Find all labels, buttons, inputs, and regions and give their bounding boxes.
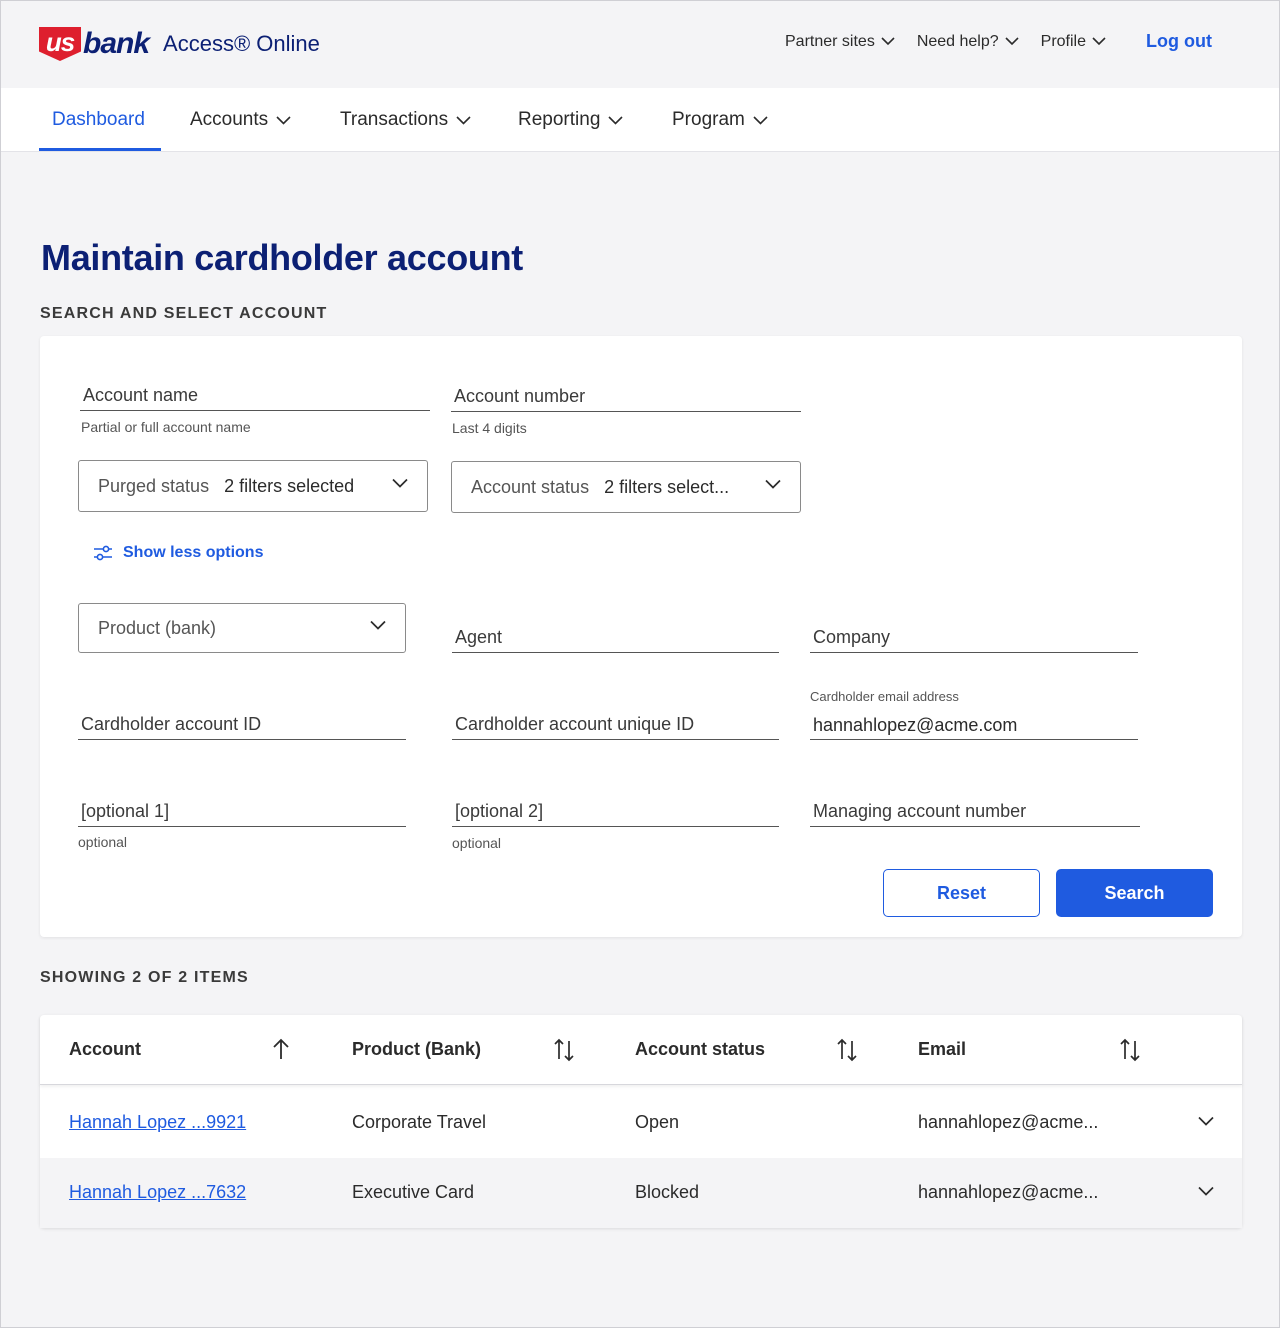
cardholder-unique-id-input[interactable]: Cardholder account unique ID (452, 704, 779, 740)
active-tab-indicator (39, 148, 161, 151)
partner-sites-label: Partner sites (785, 32, 875, 50)
nav-accounts[interactable]: Accounts (190, 88, 291, 152)
account-number-helper: Last 4 digits (452, 420, 527, 436)
table-row[interactable]: Hannah Lopez ...7632 Executive Card Bloc… (40, 1158, 1242, 1228)
column-header-account: Account (69, 1039, 141, 1059)
optional-2-input[interactable]: [optional 2] (452, 791, 779, 827)
chevron-down-icon (765, 479, 781, 489)
cardholder-account-id-input[interactable]: Cardholder account ID (78, 704, 406, 740)
account-link[interactable]: Hannah Lopez ...7632 (69, 1182, 246, 1203)
account-status-select[interactable]: Account status 2 filters select... (451, 461, 801, 513)
nav-dashboard-label: Dashboard (52, 109, 145, 130)
managing-account-label: Managing account number (813, 801, 1027, 821)
profile-label: Profile (1040, 32, 1087, 50)
column-header-email: Email (918, 1039, 967, 1059)
company-input[interactable]: Company (810, 617, 1138, 653)
logo-bank-text: bank (83, 27, 150, 60)
page-title: Maintain cardholder account (41, 237, 523, 278)
optional-2-helper: optional (452, 835, 502, 851)
usbank-logo[interactable]: us bank Access® Online (39, 25, 320, 63)
account-status-label: Account status (471, 476, 590, 497)
managing-account-input[interactable]: Managing account number (810, 791, 1140, 827)
profile-menu[interactable]: Profile (1041, 33, 1106, 51)
agent-label: Agent (455, 627, 503, 647)
email-cell: hannahlopez@acme... (918, 1112, 1099, 1132)
agent-input[interactable]: Agent (452, 617, 779, 653)
sort-toggle-icon[interactable] (836, 1037, 858, 1068)
search-button[interactable]: Search (1056, 869, 1213, 917)
search-section-label: SEARCH AND SELECT ACCOUNT (40, 305, 328, 322)
account-name-helper: Partial or full account name (81, 419, 251, 435)
chevron-down-icon (370, 620, 386, 630)
filter-sliders-icon (94, 545, 112, 561)
expand-row-chevron-icon[interactable] (1198, 1113, 1214, 1131)
top-links: Partner sites Need help? Profile Log out (763, 31, 1212, 52)
nav-program[interactable]: Program (672, 88, 768, 152)
nav-program-label: Program (672, 109, 745, 130)
product-bank-label: Product (bank) (98, 617, 217, 638)
search-card: Account name Partial or full account nam… (40, 336, 1242, 937)
expand-row-chevron-icon[interactable] (1198, 1183, 1214, 1201)
status-cell: Open (635, 1112, 680, 1132)
product-bank-select[interactable]: Product (bank) (78, 603, 406, 653)
account-number-label: Account number (454, 386, 586, 406)
results-table: Account Product (Bank) Account status Em… (40, 1015, 1242, 1228)
results-count-label: SHOWING 2 OF 2 ITEMS (40, 969, 249, 986)
top-header: us bank Access® Online Partner sites Nee… (1, 1, 1279, 88)
column-header-status: Account status (635, 1039, 766, 1059)
product-cell: Executive Card (352, 1182, 475, 1202)
column-header-product: Product (Bank) (352, 1039, 482, 1059)
show-less-label: Show less options (123, 544, 264, 561)
optional-1-input[interactable]: [optional 1] (78, 791, 406, 827)
account-name-label: Account name (83, 385, 199, 405)
account-status-value: 2 filters select... (604, 476, 730, 497)
optional-2-label: [optional 2] (455, 801, 544, 821)
account-link[interactable]: Hannah Lopez ...9921 (69, 1112, 246, 1133)
sort-toggle-icon[interactable] (1119, 1037, 1141, 1068)
nav-transactions-label: Transactions (340, 109, 449, 130)
main-nav: Dashboard Accounts Transactions Reportin… (1, 88, 1279, 152)
nav-dashboard[interactable]: Dashboard (52, 88, 145, 152)
chevron-down-icon (608, 115, 623, 125)
optional-1-label: [optional 1] (81, 801, 170, 821)
sort-toggle-icon[interactable] (553, 1037, 575, 1068)
table-header: Account Product (Bank) Account status Em… (40, 1015, 1242, 1085)
nav-transactions[interactable]: Transactions (340, 88, 471, 152)
partner-sites-menu[interactable]: Partner sites (785, 33, 895, 51)
need-help-label: Need help? (916, 32, 999, 50)
chevron-down-icon (456, 115, 471, 125)
logout-link[interactable]: Log out (1146, 31, 1212, 52)
account-number-input[interactable]: Account number (451, 377, 801, 412)
cardholder-account-id-label: Cardholder account ID (81, 714, 262, 734)
cardholder-email-label: Cardholder email address (810, 689, 959, 704)
chevron-down-icon (392, 478, 408, 488)
nav-accounts-label: Accounts (190, 109, 269, 130)
status-cell: Blocked (635, 1182, 700, 1202)
cardholder-unique-id-label: Cardholder account unique ID (455, 714, 695, 734)
table-row[interactable]: Hannah Lopez ...9921 Corporate Travel Op… (40, 1088, 1242, 1158)
purged-status-value: 2 filters selected (224, 475, 355, 496)
chevron-down-icon (1005, 37, 1019, 46)
nav-reporting-label: Reporting (518, 109, 601, 130)
chevron-down-icon (881, 37, 895, 46)
reset-button[interactable]: Reset (883, 869, 1040, 917)
company-label: Company (813, 627, 891, 647)
account-name-input[interactable]: Account name (80, 376, 430, 411)
product-cell: Corporate Travel (352, 1112, 487, 1132)
product-name: Access® Online (163, 31, 320, 56)
need-help-menu[interactable]: Need help? (917, 33, 1019, 51)
purged-status-select[interactable]: Purged status 2 filters selected (78, 460, 428, 512)
show-less-options-link[interactable]: Show less options (93, 544, 263, 562)
chevron-down-icon (753, 115, 768, 125)
optional-1-helper: optional (78, 834, 128, 850)
cardholder-email-input[interactable]: Cardholder email address hannahlopez@acm… (810, 689, 1138, 740)
chevron-down-icon (276, 115, 291, 125)
cardholder-email-value: hannahlopez@acme.com (813, 715, 1018, 735)
nav-reporting[interactable]: Reporting (518, 88, 623, 152)
logo-us-shield: us (39, 27, 81, 61)
sort-ascending-icon[interactable] (271, 1037, 291, 1066)
purged-status-label: Purged status (98, 475, 210, 496)
email-cell: hannahlopez@acme... (918, 1182, 1099, 1202)
chevron-down-icon (1092, 37, 1106, 46)
